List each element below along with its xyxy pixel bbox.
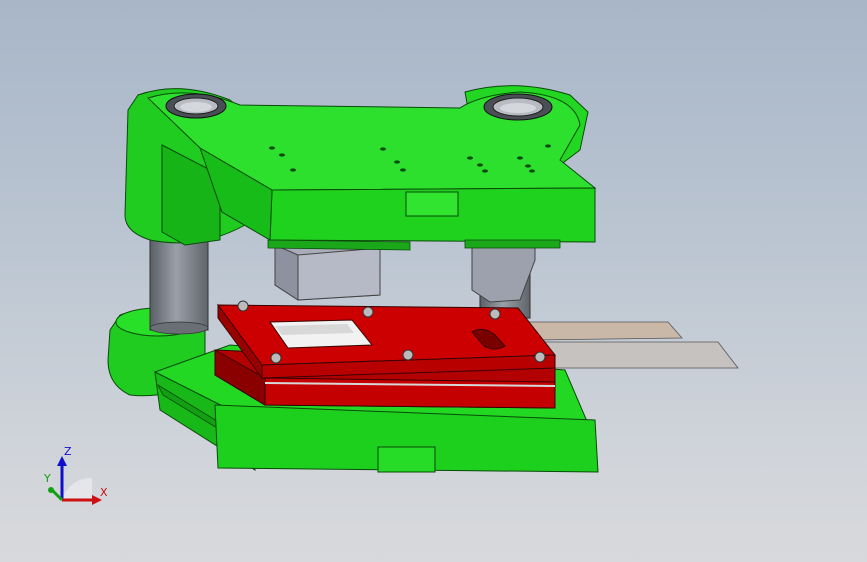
z-axis-label: Z (64, 445, 72, 458)
reference-triad: Z Y X (43, 445, 108, 505)
die-assembly-model[interactable] (0, 0, 867, 562)
graphics-viewport[interactable]: Z Y X (0, 0, 867, 562)
guide-bushing-left[interactable] (165, 93, 227, 119)
guide-post-left[interactable] (149, 239, 209, 335)
triad-backdrop (62, 477, 92, 500)
y-axis-arrow-icon (48, 487, 54, 493)
die-plate-stack[interactable] (214, 303, 557, 409)
x-axis-label: X (100, 486, 108, 499)
guide-bushing-right[interactable] (483, 93, 553, 121)
punch-left[interactable] (274, 244, 381, 301)
y-axis-label: Y (43, 472, 51, 485)
